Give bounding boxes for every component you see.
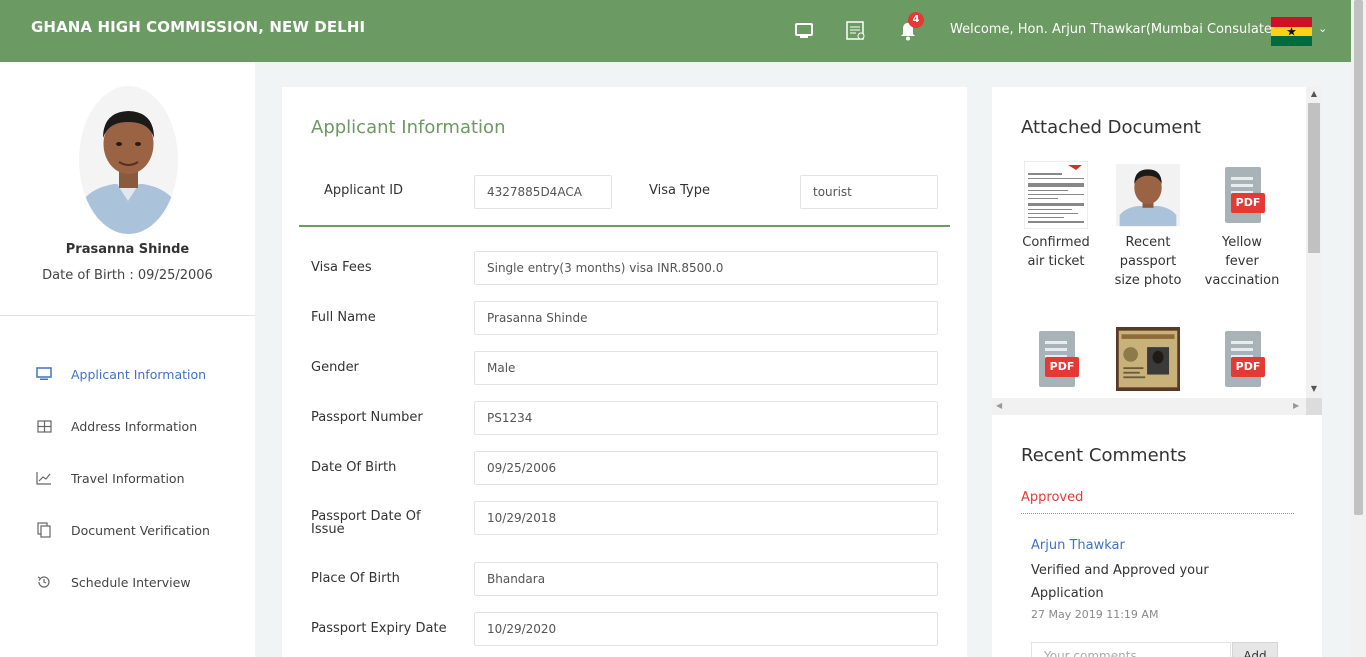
passport-number-field[interactable]: PS1234	[474, 401, 938, 435]
chevron-down-icon[interactable]: ⌄	[1318, 22, 1327, 35]
document-label: Confirmed air ticket	[1022, 235, 1090, 269]
sidebar-item-label: Applicant Information	[71, 366, 207, 382]
document-list-icon[interactable]	[845, 20, 867, 42]
document-item[interactable]: Recent passport size photo	[1110, 161, 1186, 290]
applicant-id-field[interactable]: 4327885D4ACA	[474, 175, 612, 209]
sidebar-item-label: Schedule Interview	[71, 574, 191, 590]
comment-input[interactable]: Your comments	[1031, 642, 1231, 657]
visa-type-label: Visa Type	[649, 183, 710, 198]
copy-icon	[35, 521, 53, 539]
page-scrollbar[interactable]	[1351, 0, 1366, 657]
ghana-flag-icon[interactable]: ★	[1271, 17, 1312, 47]
field-label: Visa Fees	[311, 260, 372, 275]
pdf-icon: PDF	[1210, 325, 1274, 393]
scroll-down-icon[interactable]: ▼	[1306, 384, 1322, 393]
top-header-bar: GHANA HIGH COMMISSION, NEW DELHI 4 Welco…	[0, 0, 1351, 62]
field-label: Passport Date Of Issue	[311, 509, 421, 537]
documents-title: Attached Document	[1021, 117, 1201, 138]
document-label: Recent passport size photo	[1114, 235, 1182, 288]
document-item[interactable]: Confirmed air ticket	[1018, 161, 1094, 271]
sidebar-item-schedule-interview[interactable]: Schedule Interview	[0, 556, 255, 608]
document-item[interactable]: PDF	[1018, 325, 1094, 397]
field-label: Full Name	[311, 310, 376, 325]
visa-type-field[interactable]: tourist	[800, 175, 938, 209]
welcome-text: Welcome, Hon. Arjun Thawkar(Mumbai Consu…	[950, 22, 1284, 37]
sidebar-item-label: Address Information	[71, 418, 198, 434]
page-title: Applicant Information	[311, 117, 506, 138]
grid-icon	[35, 417, 53, 435]
applicant-information-card: Applicant Information Applicant ID 43278…	[282, 87, 967, 657]
sidebar-item-applicant-information[interactable]: Applicant Information	[0, 348, 255, 400]
document-label: Yellow fever vaccination	[1204, 235, 1280, 288]
comments-divider	[1021, 513, 1294, 514]
field-label: Passport Number	[311, 410, 423, 425]
history-icon	[35, 573, 53, 591]
document-item[interactable]	[1110, 325, 1186, 397]
comment-timestamp: 27 May 2019 11:19 AM	[1031, 608, 1159, 621]
air-ticket-thumbnail	[1024, 161, 1088, 229]
comments-title: Recent Comments	[1021, 445, 1187, 466]
applicant-id-label: Applicant ID	[324, 183, 404, 198]
id-card-thumbnail	[1116, 325, 1180, 393]
scrollbar-corner	[1306, 398, 1322, 415]
sidebar: Prasanna Shinde Date of Birth : 09/25/20…	[0, 62, 255, 657]
documents-vertical-scrollbar[interactable]: ▲ ▼	[1306, 87, 1322, 398]
add-comment-button[interactable]: Add	[1232, 642, 1278, 657]
document-item[interactable]: PDF	[1204, 325, 1280, 397]
scrollbar-thumb[interactable]	[1308, 103, 1320, 253]
pdf-icon: PDF	[1210, 161, 1274, 229]
comment-text: Verified and Approved your Application	[1031, 563, 1209, 601]
scroll-up-icon[interactable]: ▲	[1306, 89, 1322, 98]
sidebar-nav: Applicant Information Address Informatio…	[0, 348, 255, 608]
field-label: Gender	[311, 360, 359, 375]
field-label: Place Of Birth	[311, 571, 400, 586]
pdf-icon: PDF	[1024, 325, 1088, 393]
scroll-left-icon[interactable]: ◀	[996, 401, 1002, 410]
profile-name: Prasanna Shinde	[65, 242, 190, 257]
field-label: Passport Expiry Date	[311, 621, 447, 636]
recent-comments-panel: Recent Comments Approved Arjun Thawkar V…	[992, 415, 1322, 657]
sidebar-item-document-verification[interactable]: Document Verification	[0, 504, 255, 556]
notification-badge: 4	[908, 12, 924, 28]
page-scrollbar-thumb[interactable]	[1354, 0, 1363, 515]
passport-photo-thumbnail	[1116, 161, 1180, 229]
sidebar-divider	[0, 315, 255, 316]
monitor-icon[interactable]	[793, 20, 815, 42]
applicant-id-row: Applicant ID 4327885D4ACA Visa Type tour…	[299, 175, 950, 227]
avatar	[79, 86, 178, 234]
attached-documents-panel: Attached Document Confirmed air ticket R…	[992, 87, 1322, 415]
sidebar-item-travel-information[interactable]: Travel Information	[0, 452, 255, 504]
chart-line-icon	[35, 469, 53, 487]
document-item[interactable]: PDF Yellow fever vaccination	[1204, 161, 1280, 290]
place-of-birth-field[interactable]: Bhandara	[474, 562, 938, 596]
profile-dob: Date of Birth : 09/25/2006	[42, 268, 213, 283]
comment-author-link[interactable]: Arjun Thawkar	[1031, 538, 1125, 553]
field-label: Date Of Birth	[311, 460, 397, 475]
status-badge: Approved	[1021, 490, 1084, 505]
passport-date-of-issue-field[interactable]: 10/29/2018	[474, 501, 938, 535]
gender-field[interactable]: Male	[474, 351, 938, 385]
sidebar-item-address-information[interactable]: Address Information	[0, 400, 255, 452]
documents-horizontal-scrollbar[interactable]: ◀ ▶	[992, 398, 1306, 415]
full-name-field[interactable]: Prasanna Shinde	[474, 301, 938, 335]
visa-fees-field[interactable]: Single entry(3 months) visa INR.8500.0	[474, 251, 938, 285]
sidebar-item-label: Travel Information	[71, 470, 185, 486]
date-of-birth-field[interactable]: 09/25/2006	[474, 451, 938, 485]
monitor-icon	[35, 365, 53, 383]
site-title[interactable]: GHANA HIGH COMMISSION, NEW DELHI	[31, 18, 365, 36]
scroll-right-icon[interactable]: ▶	[1293, 401, 1299, 410]
passport-expiry-date-field[interactable]: 10/29/2020	[474, 612, 938, 646]
sidebar-item-label: Document Verification	[71, 522, 210, 538]
